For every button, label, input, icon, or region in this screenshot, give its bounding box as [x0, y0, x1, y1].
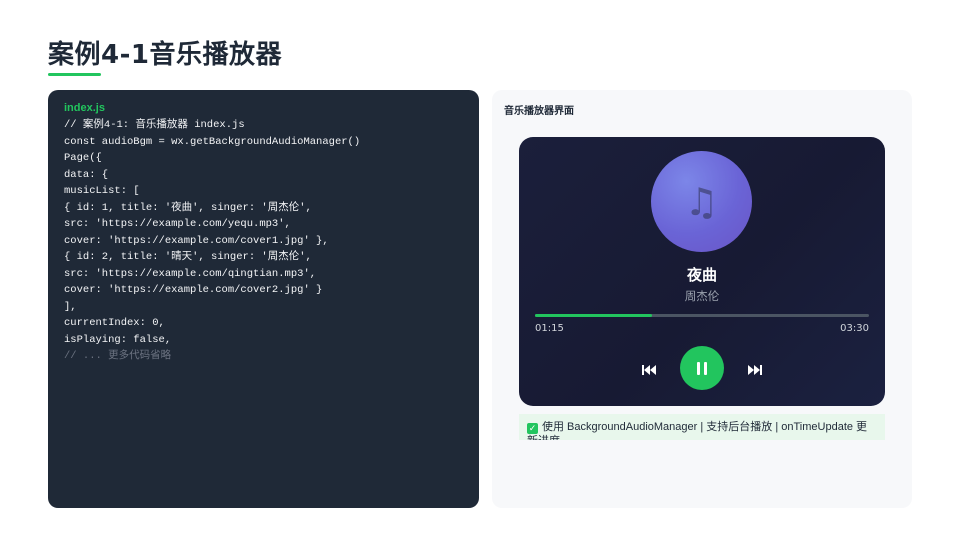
info-banner: ✓ 使用 BackgroundAudioManager | 支持后台播放 | on…	[519, 414, 885, 440]
code-line: currentIndex: 0,	[64, 317, 165, 329]
code-line: const audioBgm = wx.getBackgroundAudioMa…	[64, 135, 361, 148]
code-line: musicList: [	[64, 185, 140, 197]
code-line: src: 'https://example.com/yequ.mp3',	[64, 218, 291, 230]
next-track-button[interactable]	[745, 361, 765, 379]
code-filename: index.js	[64, 102, 105, 114]
progress-fill	[535, 314, 652, 317]
music-player-card: ♫ 夜曲 周杰伦 01:15 03:30	[519, 137, 885, 406]
info-banner-text: 使用 BackgroundAudioManager | 支持后台播放 | onT…	[527, 421, 868, 440]
code-line: data: {	[64, 168, 109, 181]
code-line: // 案例4-1: 音乐播放器 index.js	[64, 119, 245, 131]
code-line: ],	[64, 300, 77, 313]
song-singer: 周杰伦	[684, 289, 720, 303]
page-title: 案例4-1音乐播放器	[48, 40, 282, 70]
play-pause-button[interactable]	[680, 346, 724, 390]
info-text: ✓ 使用 BackgroundAudioManager | 支持后台播放 | on…	[527, 420, 877, 440]
title-underline	[48, 73, 101, 76]
time-total: 03:30	[840, 323, 869, 334]
time-current: 01:15	[535, 323, 564, 334]
code-line-faded: // ... 更多代码省略	[64, 350, 172, 362]
previous-track-icon	[642, 365, 656, 375]
preview-title: 音乐播放器界面	[504, 106, 574, 117]
code-panel: index.js // 案例4-1: 音乐播放器 index.js const a…	[48, 90, 479, 508]
next-track-icon	[748, 365, 762, 375]
code-line: isPlaying: false,	[64, 333, 172, 346]
song-title: 夜曲	[686, 266, 717, 284]
preview-panel: 音乐播放器界面 ♫ 夜曲 周杰伦 01:15 03:30 ✓ 使用 Backgr…	[492, 90, 912, 508]
code-line: cover: 'https://example.com/cover2.jpg' …	[64, 284, 323, 296]
music-note-icon: ♫	[684, 179, 719, 224]
album-cover: ♫	[651, 151, 752, 252]
code-line: src: 'https://example.com/qingtian.mp3',	[64, 267, 317, 280]
code-line: Page({	[64, 152, 102, 164]
code-line: { id: 1, title: '夜曲', singer: '周杰伦',	[64, 201, 312, 214]
pause-icon-bar	[704, 361, 707, 375]
code-lines: // 案例4-1: 音乐播放器 index.js const audioBgm =…	[64, 117, 463, 348]
pause-icon	[697, 361, 700, 375]
previous-track-button[interactable]	[639, 361, 659, 379]
progress-bar[interactable]	[535, 314, 869, 317]
code-line: { id: 2, title: '晴天', singer: '周杰伦',	[64, 251, 312, 263]
check-icon: ✓	[527, 423, 538, 434]
code-line: cover: 'https://example.com/cover1.jpg' …	[64, 234, 329, 247]
